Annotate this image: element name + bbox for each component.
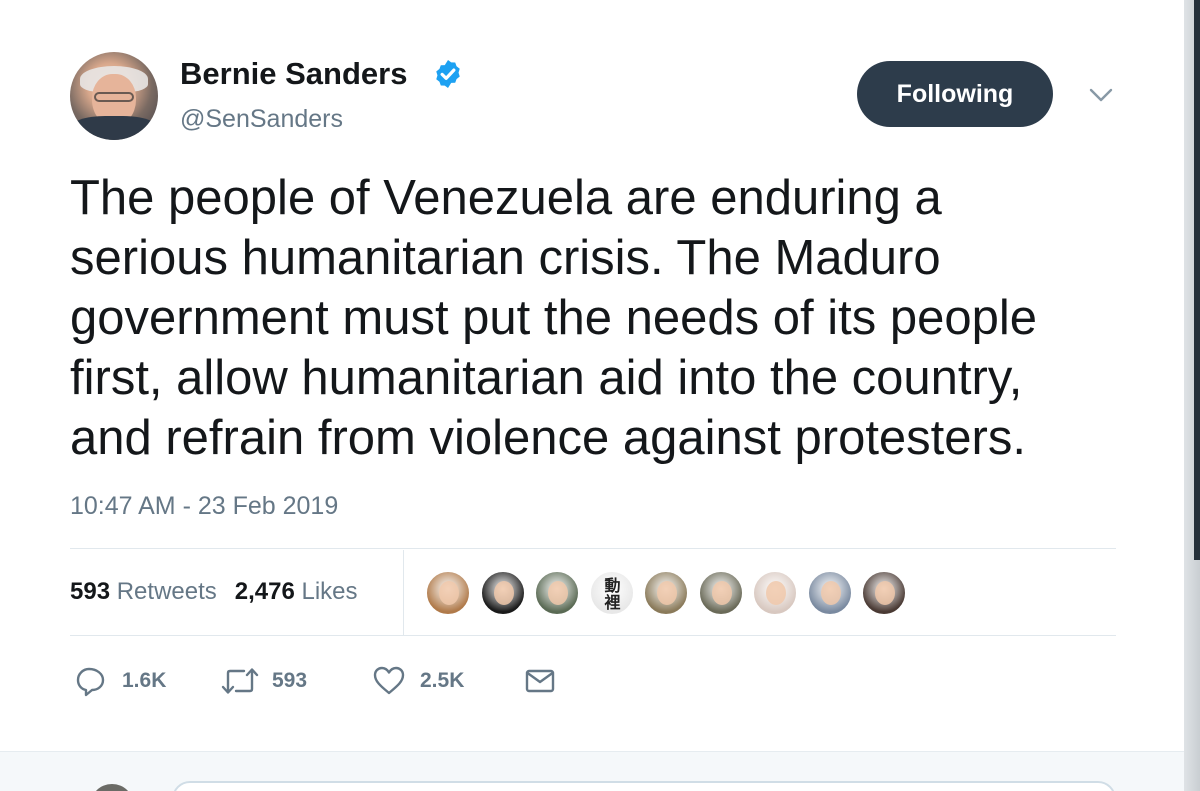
direct-message-button[interactable]: [524, 663, 556, 699]
following-button[interactable]: Following: [857, 61, 1053, 127]
liker-avatar-glyph: 動裡: [604, 576, 621, 612]
reply-count: 1.6K: [122, 669, 167, 692]
liker-avatar-6[interactable]: [698, 571, 743, 615]
author-handle[interactable]: @SenSanders: [180, 105, 343, 134]
liker-avatar-5[interactable]: [644, 571, 688, 615]
envelope-icon: [525, 669, 555, 693]
retweets-stat[interactable]: 593 Retweets: [70, 578, 217, 605]
reply-icon: [76, 667, 105, 697]
author-avatar[interactable]: [70, 52, 158, 140]
retweet-count: 593: [272, 669, 308, 692]
liker-avatar-9[interactable]: [862, 571, 906, 615]
retweets-label: Retweets: [116, 578, 217, 605]
like-count: 2.5K: [420, 669, 465, 692]
liker-avatar-4[interactable]: 動裡: [589, 571, 634, 615]
divider: [70, 635, 1116, 636]
author-name[interactable]: Bernie Sanders: [180, 56, 407, 92]
liker-avatar-7[interactable]: [753, 571, 797, 615]
tweet-text-line: first, allow humanitarian aid into the c…: [70, 351, 1023, 405]
tweet-timestamp[interactable]: 10:47 AM - 23 Feb 2019: [70, 492, 338, 521]
tweet-text: The people of Venezuela are enduring a s…: [70, 168, 1150, 468]
like-button[interactable]: 2.5K: [372, 663, 464, 699]
tweet-page: Bernie Sanders @SenSanders Following The…: [0, 0, 1200, 791]
reply-input[interactable]: [172, 781, 1116, 791]
verified-badge-icon: [436, 60, 460, 88]
chevron-down-icon[interactable]: [1088, 84, 1114, 106]
retweets-count: 593: [70, 578, 111, 605]
reply-button[interactable]: 1.6K: [74, 663, 166, 699]
engagement-stats: 593 Retweets 2,476 Likes: [70, 578, 358, 606]
tweet-text-line: The people of Venezuela are enduring a: [70, 171, 942, 225]
liker-avatar-8[interactable]: [807, 571, 852, 615]
liker-avatars: 動裡: [426, 571, 917, 615]
heart-icon: [373, 666, 405, 695]
liker-avatar-3[interactable]: [535, 571, 579, 615]
stats-divider: [403, 550, 404, 636]
tweet-text-line: serious humanitarian crisis. The Maduro: [70, 231, 941, 285]
retweet-icon: [221, 668, 259, 694]
liker-avatar-1[interactable]: [426, 571, 470, 615]
tweet-text-line: government must put the needs of its peo…: [70, 291, 1037, 345]
window-edge: [1184, 0, 1200, 791]
scrollbar[interactable]: [1194, 0, 1200, 560]
tweet-text-line: and refrain from violence against protes…: [70, 411, 1026, 465]
retweet-button[interactable]: 593: [220, 663, 307, 699]
divider: [70, 548, 1116, 549]
liker-avatar-2[interactable]: [480, 571, 525, 615]
likes-label: Likes: [301, 578, 358, 605]
likes-count: 2,476: [234, 578, 295, 605]
likes-stat[interactable]: 2,476 Likes: [235, 578, 358, 605]
